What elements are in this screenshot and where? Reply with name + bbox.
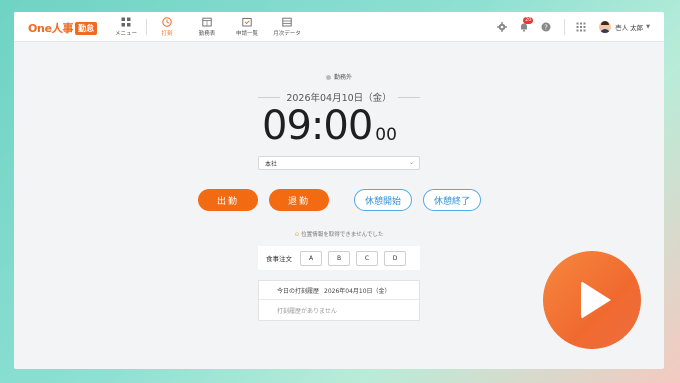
user-name[interactable]: 壱人 太郎: [615, 22, 643, 32]
top-navigation-bar: One人事 勤怠 メニュー 打刻 勤務表 申請一覧 月次データ 20 ? 壱人 …: [14, 12, 664, 42]
clock-icon: [162, 17, 172, 27]
apps-button[interactable]: [575, 21, 587, 33]
chevron-down-icon[interactable]: ▼: [646, 24, 650, 30]
meal-option-d[interactable]: D: [384, 250, 406, 266]
help-icon: ?: [541, 22, 551, 32]
app-window: One人事 勤怠 メニュー 打刻 勤務表 申請一覧 月次データ 20 ? 壱人 …: [14, 12, 664, 369]
main-nav: メニュー 打刻 勤務表 申請一覧 月次データ: [106, 12, 307, 42]
meal-option-b[interactable]: B: [328, 250, 350, 266]
settings-button[interactable]: [496, 21, 508, 33]
divider-left: [258, 96, 281, 98]
header-divider: [564, 19, 566, 35]
nav-item-menu[interactable]: メニュー: [106, 12, 146, 42]
nav-item-requests[interactable]: 申請一覧: [227, 12, 267, 42]
play-icon: [581, 281, 611, 319]
time-hours-minutes: 09:00: [262, 103, 373, 149]
app-logo[interactable]: One人事 勤怠: [28, 20, 98, 36]
break-end-button[interactable]: 休憩終了: [423, 189, 481, 211]
logo-badge: 勤怠: [75, 21, 98, 35]
meal-option-a[interactable]: A: [300, 250, 322, 266]
clock-out-button[interactable]: 退勤: [269, 189, 329, 211]
gear-icon: [497, 22, 507, 32]
chevron-down-icon: ⌄: [408, 159, 414, 166]
history-empty-message: 打刻履歴がありません: [277, 308, 337, 315]
nav-item-label: メニュー: [114, 31, 137, 37]
nav-item-label: 申請一覧: [235, 31, 258, 37]
monthly-data-icon: [282, 17, 292, 27]
current-time: 09:00 00: [262, 104, 432, 148]
meal-option-c[interactable]: C: [356, 250, 378, 266]
location-warning: ⊙ 位置情報を取得できませんでした: [14, 230, 664, 238]
history-header: 今日の打刻履歴 2026年04月10日（金）: [259, 281, 419, 300]
nav-item-label: 勤務表: [198, 31, 216, 37]
apps-grid-icon: [576, 22, 586, 32]
status-dot-icon: [325, 75, 331, 80]
calendar-table-icon: [202, 17, 212, 27]
warning-icon: ⊙: [294, 232, 300, 238]
nav-item-label: 打刻: [161, 31, 173, 37]
svg-text:?: ?: [544, 23, 548, 31]
meal-order-panel: 食事注文 A B C D: [258, 246, 420, 270]
history-date: 2026年04月10日（金）: [324, 287, 391, 295]
nav-item-label: 月次データ: [273, 31, 301, 37]
logo-text: One人事: [28, 22, 74, 35]
grid-icon: [121, 17, 131, 27]
break-start-button[interactable]: 休憩開始: [354, 189, 412, 211]
nav-item-timesheet[interactable]: 勤務表: [187, 12, 227, 42]
punch-history-panel: 今日の打刻履歴 2026年04月10日（金） 打刻履歴がありません: [258, 280, 420, 321]
play-video-button[interactable]: [543, 251, 641, 349]
notification-count-badge: 20: [523, 17, 534, 24]
header-actions: 20 ? 壱人 太郎 ▼: [486, 12, 650, 42]
status-label: 勤務外: [333, 74, 352, 81]
user-avatar[interactable]: [599, 21, 612, 33]
location-select[interactable]: 本社 ⌄: [258, 156, 420, 170]
date-label: 2026年04月10日（金）: [286, 93, 392, 104]
nav-item-punch[interactable]: 打刻: [147, 12, 187, 42]
current-date: 2026年04月10日（金）: [258, 90, 421, 104]
location-selected-value: 本社: [265, 160, 278, 168]
time-seconds: 00: [375, 125, 397, 145]
help-button[interactable]: ?: [540, 21, 552, 33]
request-list-icon: [242, 18, 252, 27]
work-status: 勤務外: [14, 72, 664, 81]
notifications-button[interactable]: 20: [518, 17, 534, 33]
meal-order-label: 食事注文: [266, 255, 292, 263]
location-warning-text: 位置情報を取得できませんでした: [301, 232, 384, 238]
nav-item-monthly-data[interactable]: 月次データ: [267, 12, 307, 42]
clock-in-button[interactable]: 出勤: [198, 189, 258, 211]
history-title: 今日の打刻履歴: [277, 287, 320, 295]
divider-right: [397, 96, 421, 98]
